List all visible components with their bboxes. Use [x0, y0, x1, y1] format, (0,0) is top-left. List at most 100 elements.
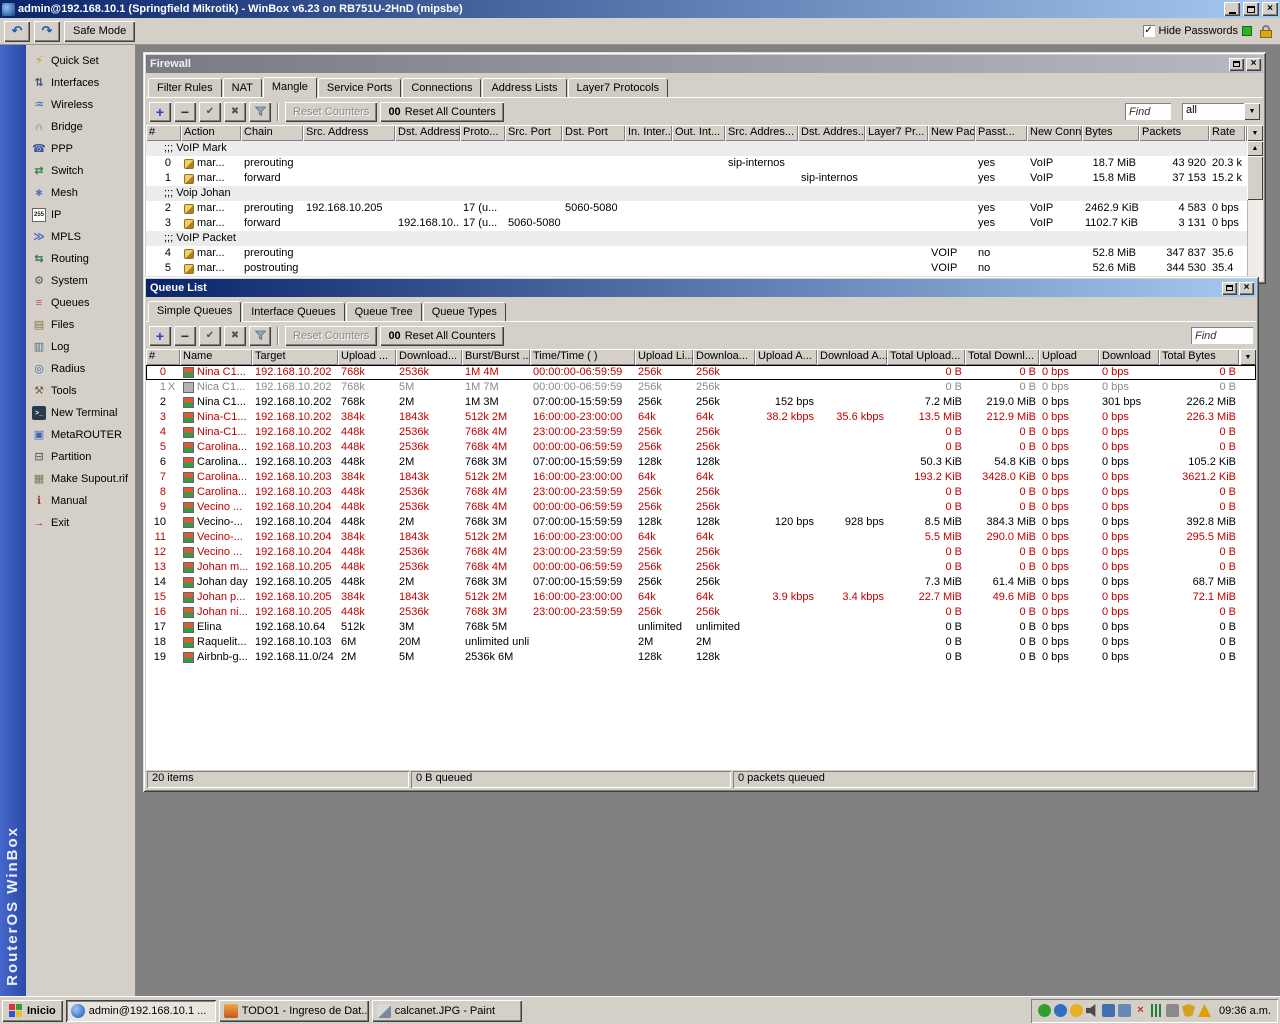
firewall-rule-row[interactable]: 4 mar... prerouting VOIP no 52.8 MiB 347 837 35…: [146, 246, 1263, 261]
queue-row[interactable]: 14 Johan day 192.168.10.205 448k 2M 768k 3M 07…: [146, 575, 1256, 590]
firewall-column-proto[interactable]: Proto...: [460, 125, 505, 141]
display-icon[interactable]: [1102, 1004, 1116, 1017]
firewall-rule-row[interactable]: 5 mar... postrouting VOIP no 52.6 MiB 344 530 3…: [146, 261, 1263, 276]
hide-passwords-checkbox[interactable]: ✓: [1142, 25, 1155, 37]
firewall-column-num[interactable]: #: [146, 125, 181, 141]
taskbar-clock[interactable]: 09:36 a.m.: [1219, 1005, 1271, 1017]
firewall-find-input[interactable]: [1125, 103, 1171, 120]
firewall-vertical-scrollbar[interactable]: ▲: [1247, 141, 1263, 281]
firewall-tab-nat[interactable]: NAT: [222, 78, 262, 97]
sidebar-item-tools[interactable]: ⚒ Tools: [26, 380, 135, 402]
queue-row[interactable]: 6 Carolina... 192.168.10.203 448k 2M 768k 3M 0…: [146, 455, 1256, 470]
queue-find-input[interactable]: [1191, 327, 1253, 344]
queue-column-upload-li[interactable]: Upload Li...: [635, 349, 693, 365]
queue-column-num[interactable]: #: [146, 349, 180, 365]
disable-queue-button[interactable]: ✖: [224, 325, 246, 346]
firewall-tab-address-lists[interactable]: Address Lists: [482, 78, 567, 97]
safe-mode-button[interactable]: Safe Mode: [64, 20, 136, 42]
queue-row[interactable]: 18 Raquelit... 192.168.10.103 6M 20M unlimite…: [146, 635, 1256, 650]
queue-column-downloa[interactable]: Downloa...: [693, 349, 755, 365]
queue-column-time-time[interactable]: Time/Time ( ): [530, 349, 635, 365]
sidebar-item-files[interactable]: ▤ Files: [26, 314, 135, 336]
queue-row[interactable]: 9 Vecino ... 192.168.10.204 448k 2536k 768k 4…: [146, 500, 1256, 515]
firewall-column-dst-port[interactable]: Dst. Port: [562, 125, 625, 141]
queue-row[interactable]: 10 Vecino-... 192.168.10.204 448k 2M 768k 3M 0…: [146, 515, 1256, 530]
queue-row[interactable]: 2 Nina C1... 192.168.10.202 768k 2M 1M 3M 07:0…: [146, 395, 1256, 410]
firewall-column-chain[interactable]: Chain: [241, 125, 303, 141]
firewall-column-dst-addres[interactable]: Dst. Addres...: [798, 125, 865, 141]
task-button-todo1-ingreso-de-dat[interactable]: TODO1 - Ingreso de Dat...: [219, 1000, 369, 1022]
firewall-column-select-button[interactable]: ▼: [1247, 125, 1263, 141]
queue-column-upload[interactable]: Upload ...: [338, 349, 396, 365]
task-button-admin-192-168-10-1[interactable]: admin@192.168.10.1 ...: [65, 999, 216, 1022]
close-button[interactable]: ×: [1262, 2, 1278, 16]
firewall-column-bytes[interactable]: Bytes: [1082, 125, 1139, 141]
firewall-maximize-button[interactable]: [1229, 57, 1244, 71]
queue-list-window[interactable]: Queue List × Simple Queues Interface Queu…: [143, 276, 1259, 792]
queue-column-download-a[interactable]: Download A...: [817, 349, 887, 365]
enable-rule-button[interactable]: ✔: [199, 101, 221, 122]
sidebar-item-new-terminal[interactable]: >_ New Terminal: [26, 402, 135, 424]
add-rule-button[interactable]: +: [149, 101, 171, 122]
queue-column-total-downl[interactable]: Total Downl...: [965, 349, 1039, 365]
firewall-column-passt[interactable]: Passt...: [975, 125, 1027, 141]
queue-column-download[interactable]: Download...: [396, 349, 462, 365]
queue-tab-interface-queues[interactable]: Interface Queues: [242, 302, 345, 321]
queue-column-upload[interactable]: Upload: [1039, 349, 1099, 365]
remove-queue-button[interactable]: −: [174, 325, 196, 346]
queue-row[interactable]: 8 Carolina... 192.168.10.203 448k 2536k 768k …: [146, 485, 1256, 500]
network-error-icon[interactable]: ×: [1134, 1004, 1147, 1017]
queue-tab-queue-tree[interactable]: Queue Tree: [345, 302, 422, 321]
queue-row[interactable]: 12 Vecino ... 192.168.10.204 448k 2536k 768k …: [146, 545, 1256, 560]
messenger-icon[interactable]: [1054, 1004, 1068, 1017]
firewall-column-dst-address[interactable]: Dst. Address: [395, 125, 460, 141]
firewall-tab-filter-rules[interactable]: Filter Rules: [148, 78, 222, 97]
firewall-column-new-pac[interactable]: New Pac...: [928, 125, 975, 141]
firewall-rule-row[interactable]: 3 mar... forward 192.168.10... 17 (u... 5060-…: [146, 216, 1263, 231]
add-queue-button[interactable]: +: [149, 325, 171, 346]
start-button[interactable]: Inicio: [2, 999, 63, 1022]
sidebar-item-switch[interactable]: ⇄ Switch: [26, 160, 135, 182]
firewall-rule-row[interactable]: 2 mar... prerouting 192.168.10.205 17 (u... 5…: [146, 201, 1263, 216]
sidebar-item-quick-set[interactable]: ⚡ Quick Set: [26, 50, 135, 72]
reset-all-counters-button[interactable]: 00 Reset All Counters: [380, 101, 504, 122]
queue-column-total-upload[interactable]: Total Upload...: [887, 349, 965, 365]
filter-button[interactable]: [249, 101, 271, 122]
chevron-down-icon[interactable]: ▼: [1244, 103, 1260, 120]
sidebar-item-ppp[interactable]: ☎ PPP: [26, 138, 135, 160]
firewall-column-out-int[interactable]: Out. Int...: [672, 125, 725, 141]
queue-row[interactable]: 3 Nina-C1... 192.168.10.202 384k 1843k 512k 2…: [146, 410, 1256, 425]
firewall-column-action[interactable]: Action: [181, 125, 241, 141]
queue-tab-queue-types[interactable]: Queue Types: [422, 302, 506, 321]
sidebar-item-mpls[interactable]: ≫ MPLS: [26, 226, 135, 248]
disable-rule-button[interactable]: ✖: [224, 101, 246, 122]
sidebar-item-wireless[interactable]: ♒ Wireless: [26, 94, 135, 116]
queue-reset-counters-button[interactable]: Reset Counters: [285, 325, 378, 346]
queue-row[interactable]: 0 Nina C1... 192.168.10.202 768k 2536k 1M 4M 0…: [146, 365, 1256, 380]
queue-column-upload-a[interactable]: Upload A...: [755, 349, 817, 365]
queue-row[interactable]: 17 Elina 192.168.10.64 512k 3M 768k 5M unlimit…: [146, 620, 1256, 635]
queue-row[interactable]: 1 X Nica C1... 192.168.10.202 768k 5M 1M 7M 00:…: [146, 380, 1256, 395]
scrollbar-thumb[interactable]: [1247, 156, 1263, 200]
firewall-tab-mangle[interactable]: Mangle: [262, 77, 317, 98]
remove-rule-button[interactable]: −: [174, 101, 196, 122]
queue-row[interactable]: 7 Carolina... 192.168.10.203 384k 1843k 512k …: [146, 470, 1256, 485]
queue-row[interactable]: 5 Carolina... 192.168.10.203 448k 2536k 768k …: [146, 440, 1256, 455]
firewall-column-src-port[interactable]: Src. Port: [505, 125, 562, 141]
alert-icon[interactable]: [1198, 1004, 1212, 1017]
filter-button[interactable]: [249, 325, 271, 346]
reset-counters-button[interactable]: Reset Counters: [285, 101, 378, 122]
sidebar-item-make-supout-rif[interactable]: ▦ Make Supout.rif: [26, 468, 135, 490]
task-button-calcanet-jpg-paint[interactable]: calcanet.JPG - Paint: [372, 1000, 522, 1022]
volume-icon[interactable]: [1086, 1004, 1096, 1017]
queue-column-burst-burst[interactable]: Burst/Burst ...: [462, 349, 530, 365]
window-titlebar[interactable]: admin@192.168.10.1 (Springfield Mikrotik…: [0, 0, 1280, 18]
queue-row[interactable]: 16 Johan ni... 192.168.10.205 448k 2536k 768k…: [146, 605, 1256, 620]
firewall-scope-select[interactable]: all ▼: [1182, 103, 1260, 120]
queue-column-name[interactable]: Name: [180, 349, 252, 365]
status-icon[interactable]: [1038, 1004, 1052, 1017]
update-icon[interactable]: [1070, 1004, 1084, 1017]
sidebar-item-mesh[interactable]: ∗ Mesh: [26, 182, 135, 204]
queue-column-select-button[interactable]: ▼: [1240, 349, 1256, 365]
firewall-tab-service-ports[interactable]: Service Ports: [317, 78, 402, 97]
